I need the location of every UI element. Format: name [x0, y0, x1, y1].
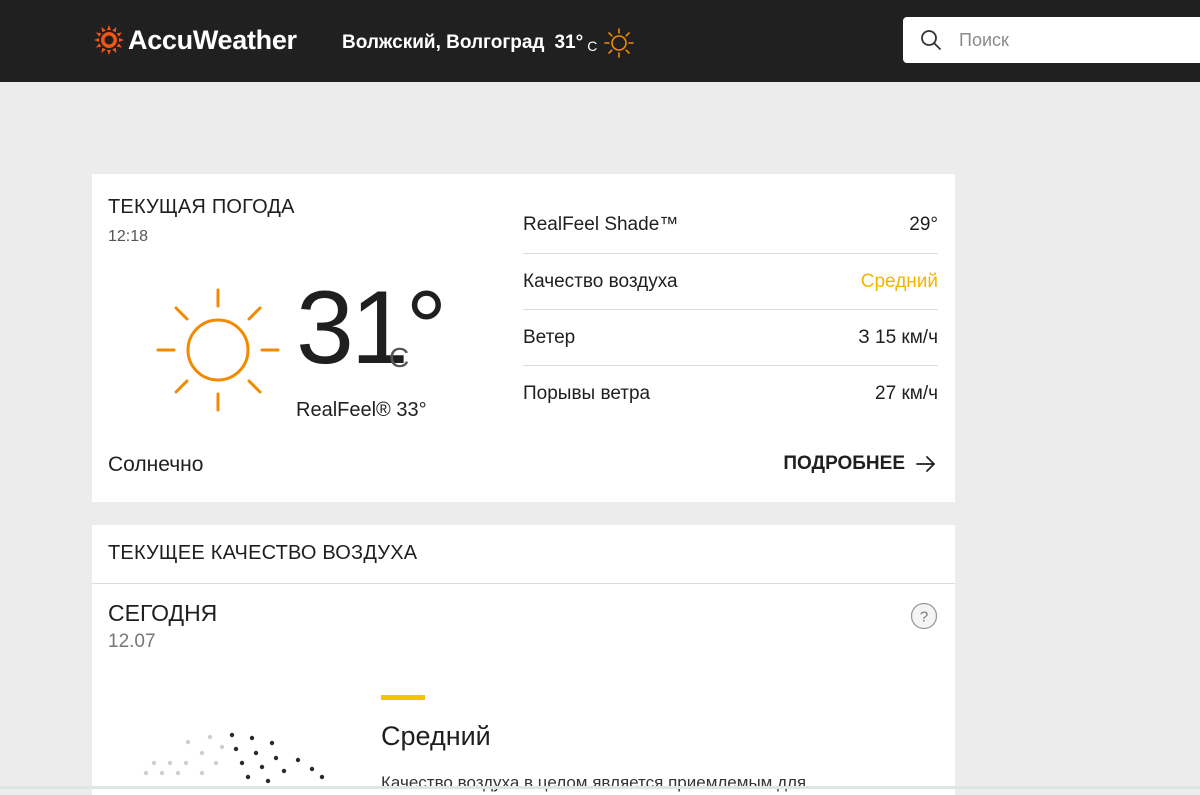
- search-box[interactable]: [903, 17, 1200, 63]
- air-quality-gauge-dots: [143, 732, 325, 784]
- weather-details-list: RealFeel Shade™ 29° Качество воздуха Сре…: [523, 197, 938, 422]
- help-icon[interactable]: ?: [910, 602, 938, 630]
- svg-text:?: ?: [920, 609, 928, 626]
- detail-label: Порывы ветра: [523, 383, 651, 404]
- realfeel-temperature: RealFeel® 33°: [296, 399, 427, 421]
- detail-row-realfeel-shade: RealFeel Shade™ 29°: [523, 197, 938, 254]
- current-weather-card: ТЕКУЩАЯ ПОГОДА 12:18 31° C RealFeel® 33°…: [92, 174, 955, 502]
- divider: [92, 583, 955, 584]
- air-quality-description: Качество воздуха в целом является приемл…: [381, 773, 807, 792]
- detail-value: З 15 км/ч: [858, 326, 938, 348]
- detail-value: Средний: [860, 270, 938, 292]
- arrow-right-icon: [916, 456, 935, 472]
- air-quality-level-bar: [381, 695, 425, 700]
- header-temperature: 31°: [554, 32, 584, 53]
- top-bar: AccuWeather Волжский, Волгоград 31° C: [0, 0, 1200, 82]
- current-temperature: 31°: [296, 270, 447, 386]
- accuweather-logo[interactable]: AccuWeather: [93, 24, 297, 56]
- air-quality-card: ТЕКУЩЕЕ КАЧЕСТВО ВОЗДУХА СЕГОДНЯ 12.07 ?…: [92, 525, 955, 795]
- search-icon: [921, 30, 941, 50]
- day-label: СЕГОДНЯ: [108, 600, 218, 626]
- card-title: ТЕКУЩАЯ ПОГОДА: [108, 196, 295, 218]
- current-location[interactable]: Волжский, Волгоград 31° C: [342, 27, 635, 59]
- date-label: 12.07: [108, 631, 156, 652]
- detail-row-air-quality: Качество воздуха Средний: [523, 254, 938, 310]
- sun-icon: [156, 288, 280, 412]
- location-name: Волжский, Волгоград: [342, 32, 545, 53]
- observation-time: 12:18: [108, 228, 149, 245]
- more-details-label: ПОДРОБНЕЕ: [783, 453, 905, 474]
- brand-name: AccuWeather: [128, 24, 297, 55]
- sun-icon: [604, 28, 635, 58]
- detail-row-wind: Ветер З 15 км/ч: [523, 310, 938, 366]
- detail-value: 27 км/ч: [875, 383, 938, 404]
- header-temp-unit: C: [587, 38, 598, 54]
- detail-value: 29°: [909, 214, 938, 235]
- detail-row-wind-gusts: Порывы ветра 27 км/ч: [523, 366, 938, 422]
- air-quality-level: Средний: [381, 721, 491, 751]
- more-details-link[interactable]: ПОДРОБНЕЕ: [783, 453, 937, 475]
- card-title: ТЕКУЩЕЕ КАЧЕСТВО ВОЗДУХА: [108, 542, 418, 564]
- search-input[interactable]: [957, 28, 1181, 52]
- detail-label: Качество воздуха: [523, 270, 678, 292]
- weather-phrase: Солнечно: [108, 453, 204, 476]
- temperature-unit: C: [389, 342, 410, 373]
- accuweather-sun-icon: [94, 25, 124, 55]
- detail-label: Ветер: [523, 326, 576, 348]
- detail-label: RealFeel Shade™: [523, 214, 679, 235]
